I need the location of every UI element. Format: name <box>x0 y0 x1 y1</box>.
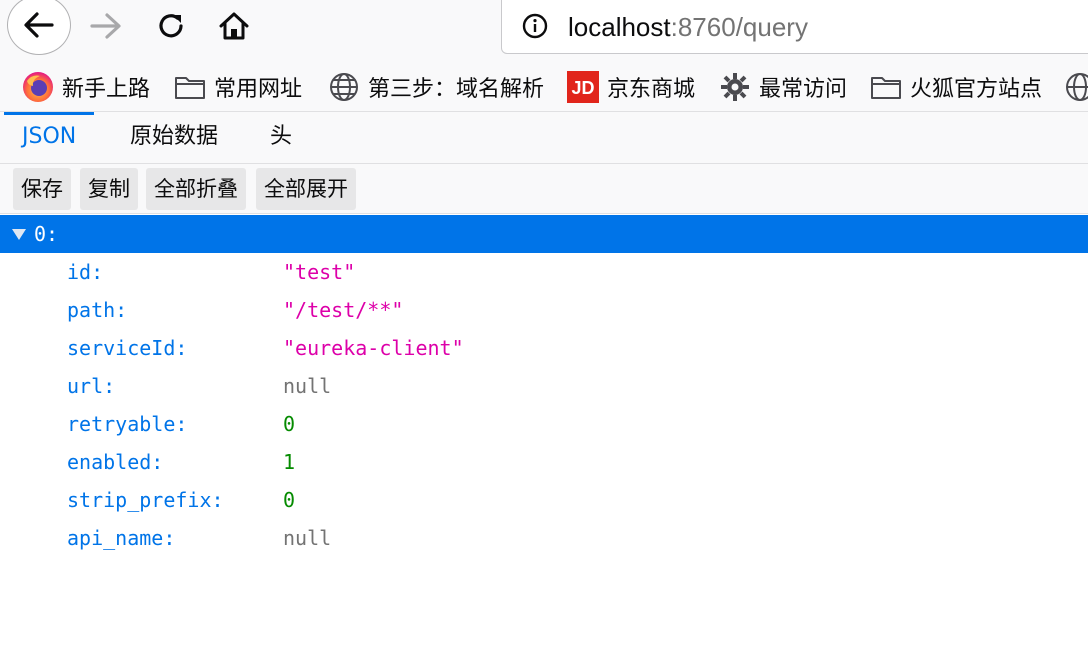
navigation-bar: localhost:8760/query <box>0 0 1088 62</box>
json-value: 0 <box>283 488 296 512</box>
folder-icon <box>870 71 902 103</box>
tree-row[interactable]: enabled: 1 <box>0 443 1088 481</box>
json-value: 1 <box>283 450 296 474</box>
json-key: path: <box>67 298 128 322</box>
expand-all-button[interactable]: 全部展开 <box>256 168 356 210</box>
bookmark-label: 新手上路 <box>62 77 151 102</box>
globe-icon <box>328 71 360 103</box>
url-path: :8760/query <box>670 12 808 42</box>
url-host: localhost <box>568 12 671 42</box>
json-key: url: <box>67 374 116 398</box>
tree-row-root[interactable]: 0: <box>0 215 1088 253</box>
json-toolbar: 保存 复制 全部折叠 全部展开 <box>0 164 1088 214</box>
collapse-all-button[interactable]: 全部折叠 <box>146 168 246 210</box>
forward-arrow-icon <box>90 13 121 39</box>
expand-toggle-icon[interactable] <box>12 229 26 240</box>
bookmark-newbie-guide[interactable]: 新手上路 <box>22 71 150 103</box>
bookmark-domain-resolve[interactable]: 第三步：域名解析 <box>328 71 544 103</box>
home-icon <box>219 12 249 40</box>
json-key: enabled: <box>67 450 164 474</box>
tab-json[interactable]: JSON <box>4 112 95 164</box>
home-button[interactable] <box>214 6 254 46</box>
json-key: serviceId: <box>67 336 188 360</box>
json-value: "test" <box>283 260 356 284</box>
reload-icon <box>159 14 183 38</box>
copy-button[interactable]: 复制 <box>80 168 138 210</box>
bookmark-label: 常用网址 <box>214 77 303 102</box>
bookmark-overflow[interactable] <box>1064 71 1088 103</box>
json-value: null <box>283 374 332 398</box>
tree-row[interactable]: retryable: 0 <box>0 405 1088 443</box>
jd-logo-text: JD <box>571 78 594 98</box>
bookmarks-bar: 新手上路 常用网址 第三步：域名解析 JD 京东商城 最常访问 火狐官方站点 <box>0 62 1088 112</box>
tree-row[interactable]: url: null <box>0 367 1088 405</box>
json-value: "eureka-client" <box>283 336 464 360</box>
json-key: id: <box>67 260 104 284</box>
save-button[interactable]: 保存 <box>13 168 71 210</box>
folder-icon <box>174 71 206 103</box>
gear-icon <box>719 71 751 103</box>
json-value: "/test/**" <box>283 298 404 322</box>
globe-icon <box>1064 71 1088 103</box>
bookmark-firefox-official[interactable]: 火狐官方站点 <box>870 71 1042 103</box>
json-key: retryable: <box>67 412 188 436</box>
json-value: null <box>283 526 332 550</box>
firefox-icon <box>22 71 54 103</box>
url-text[interactable]: localhost:8760/query <box>568 11 808 43</box>
bookmark-label: 火狐官方站点 <box>910 77 1043 102</box>
forward-button[interactable] <box>86 6 126 46</box>
tab-raw-data[interactable]: 原始数据 <box>112 112 236 164</box>
json-key: strip_prefix: <box>67 488 224 512</box>
back-arrow-icon <box>24 12 54 38</box>
tree-row[interactable]: path: "/test/**" <box>0 291 1088 329</box>
json-key: api_name: <box>67 526 176 550</box>
viewer-tabs: JSON 原始数据 头 <box>0 112 1088 164</box>
tab-headers[interactable]: 头 <box>252 112 310 164</box>
tree-row[interactable]: strip_prefix: 0 <box>0 481 1088 519</box>
tree-row[interactable]: serviceId: "eureka-client" <box>0 329 1088 367</box>
bookmark-label: 最常访问 <box>759 77 848 102</box>
json-value: 0 <box>283 412 296 436</box>
bookmark-label: 第三步：域名解析 <box>368 77 545 102</box>
info-icon[interactable] <box>522 13 548 39</box>
tree-row[interactable]: api_name: null <box>0 519 1088 557</box>
back-button[interactable] <box>7 0 71 55</box>
bookmark-most-visited[interactable]: 最常访问 <box>719 71 847 103</box>
jd-icon: JD <box>567 71 599 103</box>
bookmark-common-sites[interactable]: 常用网址 <box>174 71 302 103</box>
bookmark-label: 京东商城 <box>607 77 696 102</box>
url-bar[interactable]: localhost:8760/query <box>501 0 1088 54</box>
tree-row[interactable]: id: "test" <box>0 253 1088 291</box>
reload-button[interactable] <box>151 6 191 46</box>
root-key: 0: <box>34 222 59 246</box>
bookmark-jd-mall[interactable]: JD 京东商城 <box>567 71 695 103</box>
